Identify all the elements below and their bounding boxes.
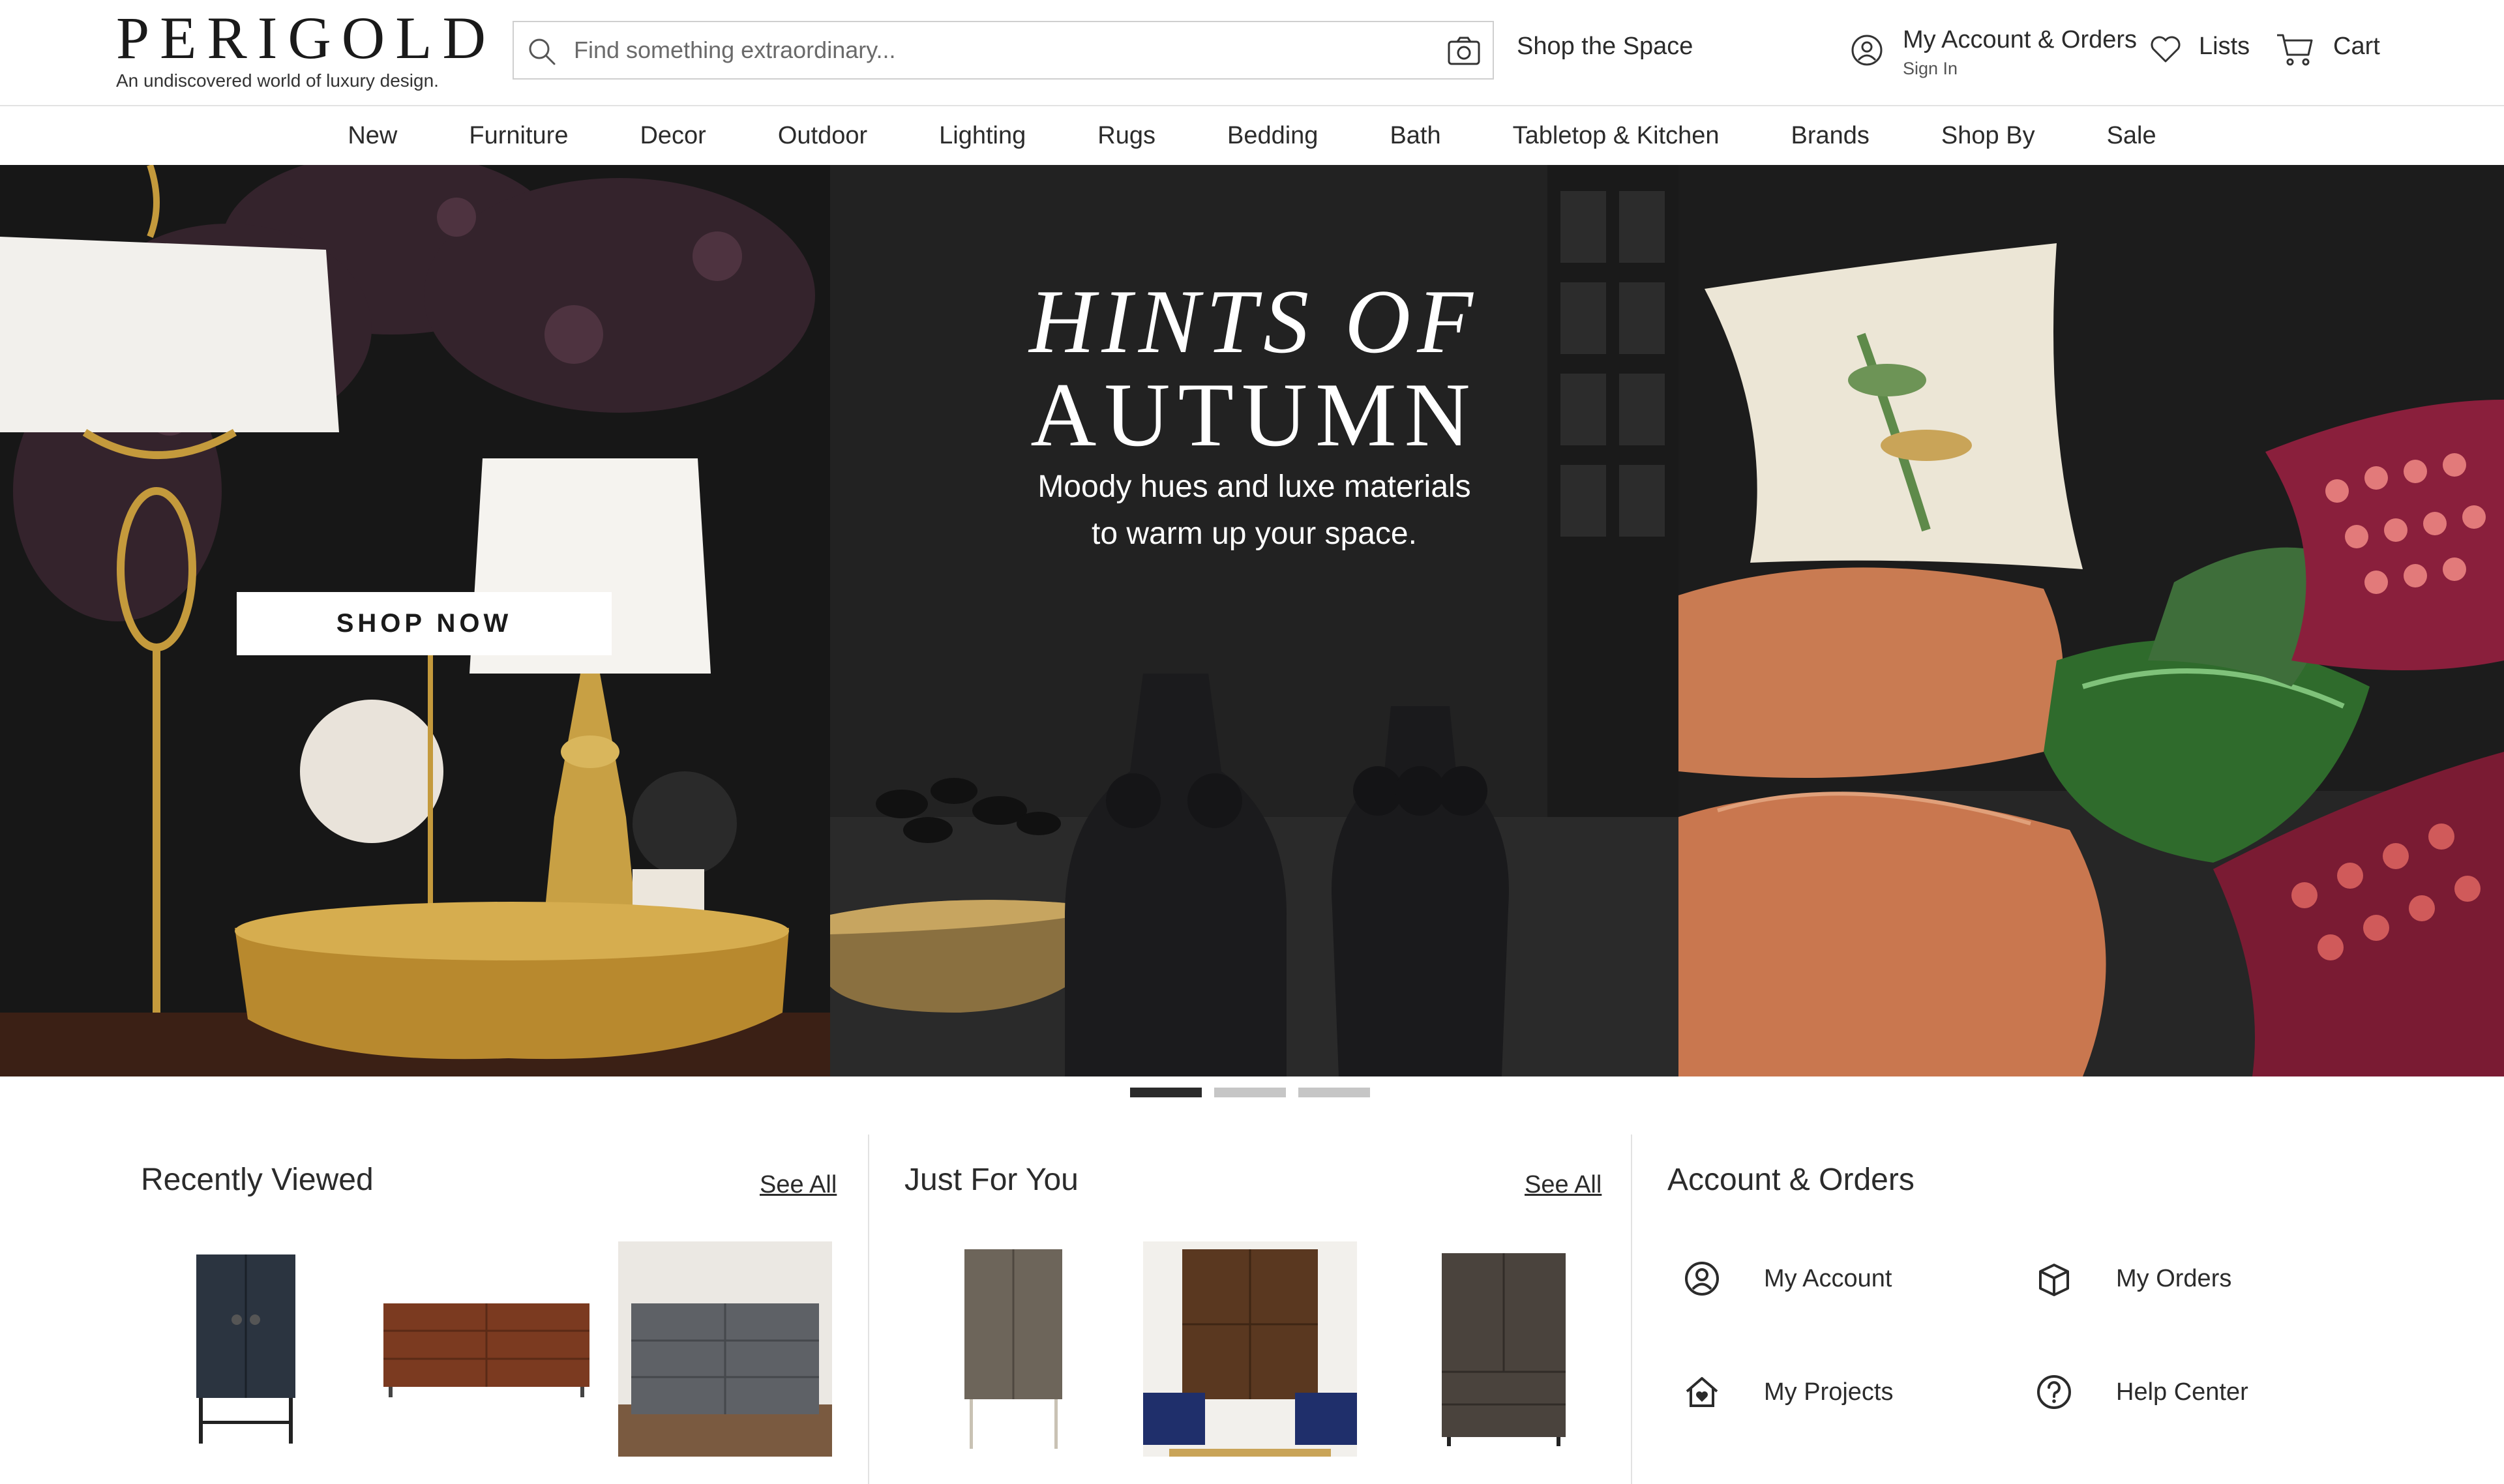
nav-item-bedding[interactable]: Bedding (1191, 122, 1354, 150)
help-center-link[interactable]: Help Center (2035, 1369, 2309, 1415)
nav-list: New Furniture Decor Outdoor Lighting Rug… (0, 106, 2504, 165)
nav-item-lighting[interactable]: Lighting (903, 122, 1062, 150)
my-projects-link[interactable]: My Projects (1683, 1369, 1957, 1415)
logo-wordmark: PERIGOLD (116, 5, 496, 71)
my-orders-label: My Orders (2116, 1265, 2232, 1292)
recently-viewed-see-all[interactable]: See All (760, 1171, 837, 1199)
hero-image-pillows (1678, 165, 2504, 1076)
hero-title-line2: AUTUMN (1030, 364, 1478, 466)
hero-title-line1: HINTS OF (1029, 271, 1480, 372)
carousel-dot-2[interactable] (1214, 1088, 1286, 1097)
user-circle-icon (1685, 1262, 1719, 1296)
camera-icon[interactable] (1447, 35, 1481, 67)
main-nav: New Furniture Decor Outdoor Lighting Rug… (0, 106, 2504, 165)
nav-item-shop-by[interactable]: Shop By (1905, 122, 2071, 150)
recent-product-gray-dresser[interactable] (618, 1241, 832, 1457)
nav-item-tabletop-kitchen[interactable]: Tabletop & Kitchen (1477, 122, 1755, 150)
nav-item-bath[interactable]: Bath (1354, 122, 1476, 150)
cabinet-image (196, 1254, 295, 1444)
perigold-logo[interactable]: PERIGOLD An undiscovered world of luxury… (116, 8, 496, 91)
logo-tagline: An undiscovered world of luxury design. (116, 70, 439, 91)
my-orders-link[interactable]: My Orders (2035, 1256, 2309, 1301)
dresser-image (383, 1303, 589, 1397)
recommended-product-wardrobe[interactable] (1382, 1241, 1596, 1457)
just-for-you-title: Just For You (904, 1163, 1079, 1197)
account-orders-section: Account & Orders My Account My Orders My… (1631, 1135, 2504, 1484)
hero-title: HINTS OF AUTUMN (830, 271, 1678, 466)
hero-subtitle-line1: Moody hues and luxe materials (1037, 469, 1471, 504)
recommended-product-armoire[interactable] (904, 1241, 1118, 1457)
nav-item-rugs[interactable]: Rugs (1062, 122, 1191, 150)
house-heart-icon (1686, 1377, 1718, 1407)
wardrobe-image (1442, 1253, 1566, 1446)
bar-cabinet-image (1143, 1241, 1357, 1457)
box-icon (2039, 1264, 2069, 1296)
user-circle-icon (1851, 35, 1883, 66)
gray-dresser-image (618, 1241, 832, 1457)
site-header: PERIGOLD An undiscovered world of luxury… (0, 0, 2504, 106)
just-for-you-section: Just For You See All (868, 1135, 1631, 1484)
search-input[interactable] (573, 22, 1420, 78)
nav-item-decor[interactable]: Decor (604, 122, 741, 150)
heart-icon (2151, 36, 2181, 63)
hero-subtitle: Moody hues and luxe materials to warm up… (830, 464, 1678, 557)
recently-viewed-section: Recently Viewed See All (0, 1135, 868, 1484)
carousel-dots (0, 1088, 2504, 1101)
lists-label: Lists (2199, 33, 2250, 60)
nav-item-brands[interactable]: Brands (1755, 122, 1905, 150)
hero-subtitle-line2: to warm up your space. (1092, 516, 1417, 551)
carousel-dot-1[interactable] (1130, 1088, 1202, 1097)
recently-viewed-title: Recently Viewed (141, 1163, 374, 1197)
just-for-you-see-all[interactable]: See All (1525, 1171, 1602, 1199)
recommended-product-bar-cabinet[interactable] (1143, 1241, 1357, 1457)
recent-product-wood-dresser[interactable] (380, 1241, 593, 1457)
account-title: My Account & Orders (1903, 26, 2138, 53)
question-circle-icon (2037, 1375, 2071, 1409)
my-account-label: My Account (1764, 1265, 1892, 1292)
nav-item-new[interactable]: New (312, 122, 433, 150)
shop-now-button[interactable]: SHOP NOW (237, 592, 612, 655)
cart-icon (2277, 34, 2313, 66)
help-center-label: Help Center (2116, 1378, 2248, 1406)
my-projects-label: My Projects (1764, 1378, 1894, 1406)
nav-item-sale[interactable]: Sale (2071, 122, 2192, 150)
hero-banner[interactable]: HINTS OF AUTUMN Moody hues and luxe mate… (0, 165, 2504, 1076)
search-icon[interactable] (527, 37, 557, 67)
account-orders-title: Account & Orders (1667, 1163, 1915, 1197)
cart-label: Cart (2333, 33, 2380, 60)
shop-the-space-link[interactable]: Shop the Space (1517, 33, 1693, 61)
sign-in-link[interactable]: Sign In (1903, 59, 1958, 79)
search-bar (513, 21, 1494, 80)
armoire-image (964, 1249, 1062, 1449)
pillows-illustration (1678, 165, 2504, 1076)
recent-product-dark-cabinet[interactable] (139, 1241, 353, 1457)
nav-item-furniture[interactable]: Furniture (433, 122, 604, 150)
carousel-dot-3[interactable] (1298, 1088, 1370, 1097)
my-account-link[interactable]: My Account (1683, 1256, 1957, 1301)
nav-item-outdoor[interactable]: Outdoor (742, 122, 903, 150)
